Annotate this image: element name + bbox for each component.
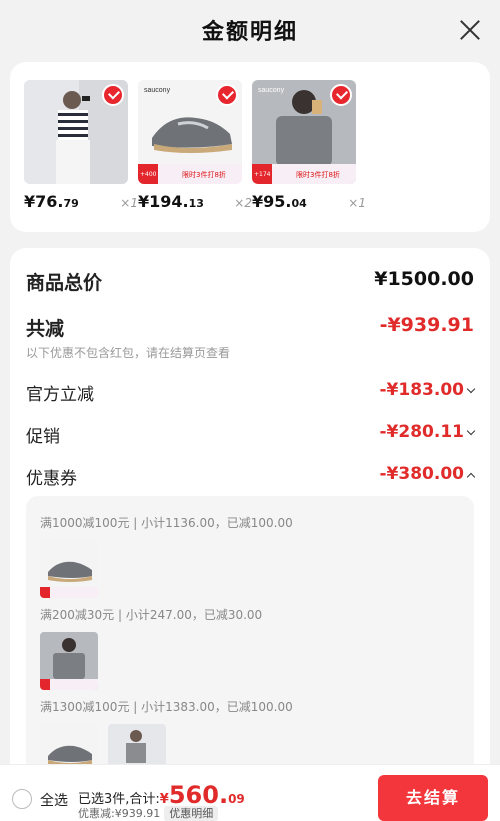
checkout-bar: 全选 已选3件,合计:¥560.09 优惠减:¥939.91 优惠明细 去结算 <box>0 764 500 821</box>
official-discount-value: -¥183.00 <box>379 380 465 400</box>
product-image: saucony +400 限时3件打8折 <box>138 80 242 184</box>
select-all-radio[interactable] <box>12 789 32 809</box>
selected-check-icon[interactable] <box>216 84 238 106</box>
official-discount-row[interactable]: 官方立减 -¥183.00 <box>26 380 476 405</box>
discount-row: 共减 -¥939.91 <box>26 314 474 341</box>
chevron-up-icon[interactable] <box>466 472 476 482</box>
official-discount-label: 官方立减 <box>26 385 94 405</box>
close-icon[interactable] <box>458 18 482 42</box>
product-image <box>24 80 128 184</box>
selected-check-icon[interactable] <box>330 84 352 106</box>
discount-detail-link[interactable]: 优惠明细 <box>164 806 219 821</box>
svg-text:+174: +174 <box>254 171 271 178</box>
amount-detail-card: 商品总价 ¥1500.00 共减 -¥939.91 以下优惠不包含红包，请在结算… <box>10 248 490 821</box>
header: 金额明细 <box>0 0 500 60</box>
svg-text:+400: +400 <box>140 171 157 178</box>
checkout-button[interactable]: 去结算 <box>378 775 488 821</box>
coupon-product-thumb <box>40 632 98 690</box>
product-item[interactable]: saucony +400 限时3件打8折 ¥194.13 ×2 <box>138 80 252 216</box>
product-qty: ×1 <box>348 196 366 210</box>
total-value: ¥1500.00 <box>374 268 474 290</box>
coupon-rule: 满200减30元 | 小计247.00，已减30.00 <box>40 608 263 622</box>
product-price: ¥95.04 <box>252 192 307 211</box>
product-item[interactable]: ¥76.79 ×1 <box>24 80 138 216</box>
discount-note: 以下优惠不包含红包，请在结算页查看 <box>26 346 231 360</box>
coupon-rule: 满1300减100元 | 小计1383.00，已减100.00 <box>40 700 293 714</box>
product-qty: ×1 <box>120 196 138 210</box>
coupon-value: -¥380.00 <box>379 464 465 484</box>
brand-logo: saucony <box>258 87 285 94</box>
product-image: saucony +174 限时3件打8折 <box>252 80 356 184</box>
promotion-value: -¥280.11 <box>379 422 465 442</box>
chevron-down-icon[interactable] <box>466 384 476 394</box>
discount-summary: 优惠减:¥939.91 优惠明细 <box>78 805 219 821</box>
product-qty: ×2 <box>234 196 252 210</box>
coupon-rule: 满1000减100元 | 小计1136.00，已减100.00 <box>40 516 293 530</box>
product-price: ¥194.13 <box>138 192 204 211</box>
promotion-label: 促销 <box>26 427 60 447</box>
select-all-label[interactable]: 全选 <box>40 790 68 810</box>
svg-text:限时3件打8折: 限时3件打8折 <box>296 170 340 179</box>
total-row: 商品总价 ¥1500.00 <box>26 268 474 295</box>
coupon-row[interactable]: 优惠券 -¥380.00 <box>26 464 476 489</box>
selected-check-icon[interactable] <box>102 84 124 106</box>
promotion-row[interactable]: 促销 -¥280.11 <box>26 422 476 447</box>
chevron-down-icon[interactable] <box>466 426 476 436</box>
product-item[interactable]: saucony +174 限时3件打8折 ¥95.04 ×1 <box>252 80 366 216</box>
discount-value: -¥939.91 <box>379 314 474 336</box>
svg-text:限时3件打8折: 限时3件打8折 <box>182 170 226 179</box>
brand-logo: saucony <box>144 87 171 94</box>
total-label: 商品总价 <box>26 272 103 294</box>
coupon-label: 优惠券 <box>26 469 77 489</box>
product-price: ¥76.79 <box>24 192 79 211</box>
page-title: 金额明细 <box>201 20 298 45</box>
coupon-product-thumb <box>40 540 98 598</box>
products-card: ¥76.79 ×1 saucony +400 限时3件打8折 ¥194.13 ×… <box>10 62 490 232</box>
discount-label: 共减 <box>26 318 65 340</box>
